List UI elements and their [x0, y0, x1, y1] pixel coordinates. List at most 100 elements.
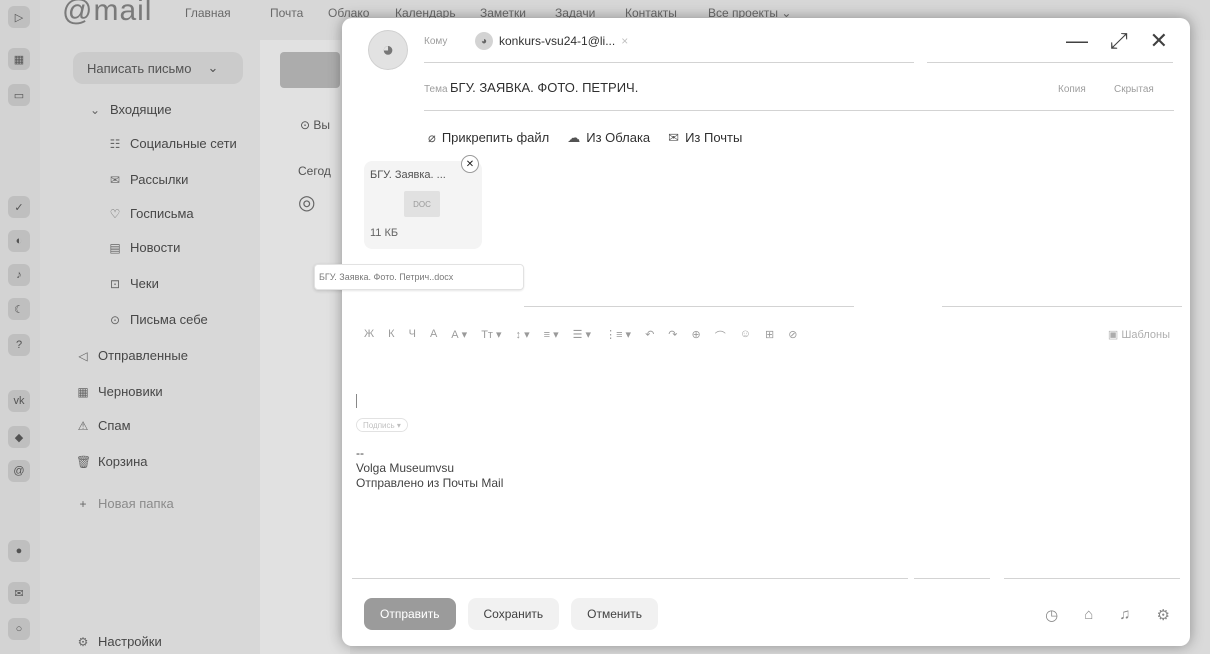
- remove-recipient-icon[interactable]: ×: [621, 34, 628, 48]
- numbered-list-button[interactable]: ⋮≡ ▾: [605, 328, 631, 344]
- cc-link[interactable]: Копия: [1058, 84, 1086, 95]
- clear-format-icon[interactable]: ⊘: [788, 328, 797, 344]
- folder-spam[interactable]: ⚠ Спам: [76, 418, 131, 433]
- ok-icon[interactable]: ●: [8, 540, 30, 562]
- vk-icon[interactable]: vk: [8, 390, 30, 412]
- compose-button[interactable]: Написать письмо ⌄: [73, 52, 243, 84]
- folder-label: Письма себе: [130, 312, 208, 327]
- folder-newsletters[interactable]: ✉ Рассылки: [108, 172, 188, 187]
- close-icon[interactable]: ✕: [1150, 28, 1168, 54]
- minimize-icon[interactable]: —: [1066, 28, 1088, 54]
- apps-sidebar: ▷ ▦ ▭ ✓ ◐ ♪ ☾ ? vk ◆ @ ● ✉ ○: [0, 0, 41, 654]
- undo-icon[interactable]: ↶: [645, 328, 654, 344]
- font-size-button[interactable]: Тт ▾: [481, 328, 501, 344]
- footer-icons: ◷ ⌂ ♫ ⚙: [1045, 606, 1170, 624]
- envelope-icon[interactable]: ✉: [8, 582, 30, 604]
- chevron-down-icon: ⌄: [207, 60, 219, 75]
- folder-label: Госписьма: [130, 206, 194, 221]
- bold-button[interactable]: Ж: [364, 328, 374, 344]
- folder-drafts[interactable]: ▦ Черновики: [76, 384, 162, 399]
- to-underline: [424, 62, 914, 63]
- right-panel: [1190, 40, 1210, 654]
- settings-link[interactable]: ⚙ Настройки: [76, 634, 162, 649]
- attach-bar: ⌀ Прикрепить файл ☁ Из Облака ✉ Из Почты: [428, 130, 742, 146]
- align-button[interactable]: ≡ ▾: [544, 328, 559, 344]
- sender-avatar[interactable]: ◕: [368, 30, 408, 70]
- planet-icon[interactable]: ◐: [8, 230, 30, 252]
- mail-at-icon[interactable]: @: [8, 460, 30, 482]
- folder-news[interactable]: ▤ Новости: [108, 240, 180, 255]
- image-icon[interactable]: ⊞: [765, 328, 774, 344]
- mail-logo[interactable]: @mail: [62, 0, 152, 28]
- list-button[interactable]: ☰ ▾: [573, 328, 591, 344]
- folder-label: Отправленные: [98, 348, 188, 363]
- from-mail-label: Из Почты: [685, 130, 743, 145]
- settings-label: Настройки: [98, 634, 162, 649]
- tasks-icon[interactable]: ▭: [8, 84, 30, 106]
- recipient-chip[interactable]: ◕ konkurs-vsu24-1@li... ×: [475, 30, 628, 52]
- folder-label: Корзина: [98, 454, 148, 469]
- subject-field[interactable]: БГУ. ЗАЯВКА. ФОТО. ПЕТРИЧ.: [450, 80, 638, 95]
- sound-icon[interactable]: ♪: [8, 264, 30, 286]
- attach-file-label: Прикрепить файл: [441, 130, 550, 145]
- text-color-button[interactable]: А ▾: [451, 328, 467, 344]
- attachment-card[interactable]: БГУ. Заявка. ... ✕ DOC 11 КБ: [364, 155, 482, 249]
- window-controls: — ⤢ ✕: [1066, 28, 1168, 54]
- toolbar-divider: [524, 306, 854, 307]
- nav-main[interactable]: Главная: [185, 6, 231, 20]
- list-filter-label: Вы: [313, 118, 331, 132]
- list-filter[interactable]: ⊙ Вы: [300, 118, 330, 132]
- new-folder-button[interactable]: + Новая папка: [76, 496, 173, 511]
- calendar-icon[interactable]: ▦: [8, 48, 30, 70]
- folder-icon: ◁: [78, 348, 88, 363]
- attachment-name: БГУ. Заявка. ...: [370, 169, 446, 181]
- folder-inbox[interactable]: ⌄ Входящие: [88, 102, 172, 117]
- nav-mail[interactable]: Почта: [270, 6, 303, 20]
- attach-file-button[interactable]: ⌀ Прикрепить файл: [428, 130, 549, 146]
- folder-self[interactable]: ⊙ Письма себе: [108, 312, 208, 327]
- signature-dashes: --: [356, 446, 364, 460]
- message-body[interactable]: -- Volga Museumvsu Отправлено из Почты M…: [356, 446, 503, 491]
- link-icon[interactable]: ⊕: [692, 328, 701, 344]
- schedule-icon[interactable]: ◷: [1045, 606, 1058, 624]
- question-icon[interactable]: ?: [8, 334, 30, 356]
- bcc-link[interactable]: Скрытая: [1114, 84, 1154, 95]
- draw-icon[interactable]: ⌒: [715, 328, 726, 344]
- save-button[interactable]: Сохранить: [467, 598, 560, 630]
- folder-social[interactable]: ☷ Социальные сети: [108, 136, 237, 151]
- moon-icon[interactable]: ☾: [8, 298, 30, 320]
- envelope-icon: ✉: [668, 130, 680, 145]
- from-mail-button[interactable]: ✉ Из Почты: [668, 130, 742, 146]
- italic-button[interactable]: К: [388, 328, 394, 344]
- notify-icon[interactable]: ♫: [1119, 606, 1130, 624]
- emoji-icon[interactable]: ☺: [740, 328, 751, 344]
- send-button[interactable]: Отправить: [364, 598, 456, 630]
- folder-receipts[interactable]: ⊡ Чеки: [108, 276, 159, 291]
- redo-icon[interactable]: ↷: [668, 328, 677, 344]
- footer-divider-3: [1004, 578, 1180, 579]
- folder-sent[interactable]: ◁ Отправленные: [76, 348, 188, 363]
- from-cloud-button[interactable]: ☁ Из Облака: [567, 130, 650, 146]
- folder-icon: ▦: [77, 384, 89, 399]
- folder-label: Социальные сети: [130, 136, 237, 151]
- line-height-button[interactable]: ↕ ▾: [516, 328, 530, 344]
- signature-dropdown[interactable]: Подпись ▾: [356, 418, 408, 432]
- underline-button[interactable]: Ч: [409, 328, 416, 344]
- to-underline-2: [927, 62, 1173, 63]
- recipient-email: konkurs-vsu24-1@li...: [499, 34, 616, 48]
- templates-icon: ▣: [1107, 329, 1122, 341]
- diamond-icon[interactable]: ◆: [8, 426, 30, 448]
- reminder-icon[interactable]: ⌂: [1084, 606, 1093, 624]
- folder-gov[interactable]: ♡ Госписьма: [108, 206, 194, 221]
- folder-trash[interactable]: 🗑 Корзина: [76, 454, 148, 469]
- folder-label: Рассылки: [130, 172, 189, 187]
- strikethrough-button[interactable]: А: [430, 328, 437, 344]
- templates-button[interactable]: ▣ Шаблоны: [1108, 328, 1170, 341]
- cancel-button[interactable]: Отменить: [571, 598, 658, 630]
- remove-attachment-icon[interactable]: ✕: [461, 155, 479, 173]
- play-icon[interactable]: ▷: [8, 6, 30, 28]
- circle-icon[interactable]: ○: [8, 618, 30, 640]
- expand-icon[interactable]: ⤢: [1110, 28, 1128, 54]
- settings-icon[interactable]: ⚙: [1157, 606, 1170, 624]
- check-icon[interactable]: ✓: [8, 196, 30, 218]
